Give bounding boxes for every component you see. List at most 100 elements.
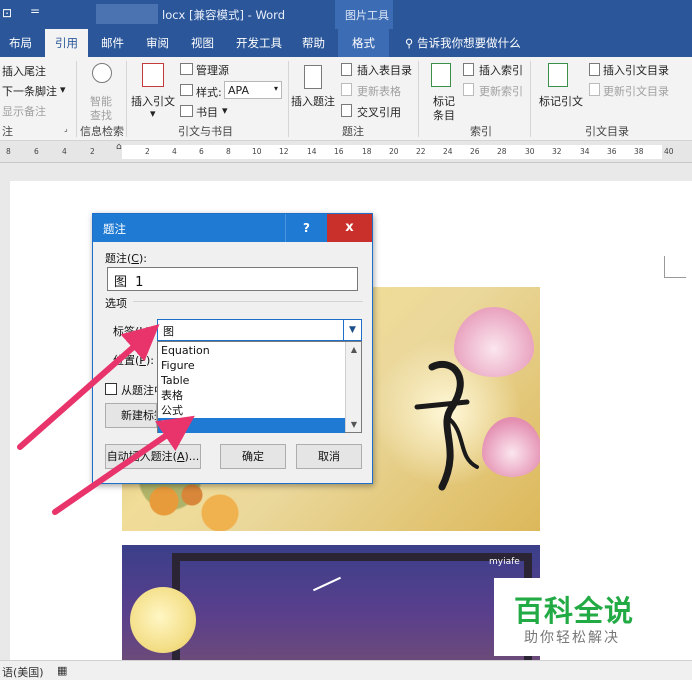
ok-button[interactable]: 确定	[220, 444, 286, 469]
tell-me-search[interactable]: ⚲ 告诉我你想要做什么	[405, 35, 521, 51]
update-table-button[interactable]: 更新表格	[357, 83, 401, 99]
bibliography-icon[interactable]	[180, 105, 193, 117]
tab-review[interactable]: 审阅	[146, 35, 169, 51]
tab-format[interactable]: 格式	[338, 29, 389, 57]
label-label-end: ):	[145, 325, 154, 338]
blurred-filename	[96, 4, 158, 24]
ribbon-tabs: 布局 引用 邮件 审阅 视图 开发工具 帮助 格式	[0, 29, 692, 57]
bibliography-dropdown-icon[interactable]: ▾	[222, 104, 228, 117]
show-notes-button[interactable]: 显示备注	[2, 103, 46, 119]
insert-citation-dropdown-icon[interactable]: ▾	[150, 107, 156, 120]
insert-index-icon[interactable]	[463, 63, 474, 76]
cross-reference-button[interactable]: 交叉引用	[357, 104, 401, 120]
index-group-label: 索引	[470, 125, 492, 138]
update-index-button[interactable]: 更新索引	[479, 83, 523, 99]
update-toa-button[interactable]: 更新引文目录	[603, 83, 669, 99]
mark-entry-line2[interactable]: 条目	[433, 107, 455, 123]
insert-caption-icon[interactable]	[304, 65, 322, 89]
next-footnote-dropdown-icon[interactable]: ▾	[60, 83, 66, 96]
insert-table-of-figures-button[interactable]: 插入表目录	[357, 62, 412, 78]
caption-input[interactable]: 图 1	[107, 267, 358, 291]
update-index-icon	[463, 83, 474, 96]
list-item[interactable]: 表格	[158, 388, 345, 403]
style-value: APA	[228, 84, 249, 97]
ruler-tick: 16	[334, 147, 344, 156]
full-moon	[130, 587, 196, 653]
cancel-button[interactable]: 取消	[296, 444, 362, 469]
dialog-launcher-icon[interactable]: ⌟	[64, 124, 68, 133]
citations-group-label: 引文与书目	[178, 125, 233, 138]
caption-label: 题注(C):	[105, 250, 147, 266]
list-item[interactable]: Figure	[158, 358, 345, 373]
quick-access-dropdown[interactable]: =	[30, 4, 40, 18]
page-corner-mark	[664, 256, 686, 278]
cross-reference-icon[interactable]	[341, 104, 352, 117]
chevron-down-icon: ▾	[273, 84, 278, 93]
list-scrollbar[interactable]: ▲ ▼	[345, 342, 361, 432]
insert-toa-icon[interactable]	[589, 63, 600, 76]
ruler-tick: 18	[362, 147, 372, 156]
label-dropdown-list[interactable]: Equation Figure Table 表格 公式 图 ▲ ▼	[157, 341, 362, 433]
tab-layout[interactable]: 布局	[9, 35, 32, 51]
insert-citation-icon[interactable]	[142, 63, 164, 87]
scroll-up-icon[interactable]: ▲	[346, 342, 362, 357]
list-item-selected[interactable]: 图	[158, 418, 345, 433]
options-divider	[133, 301, 363, 302]
macro-record-icon[interactable]: ▦	[57, 664, 67, 677]
ruler-tick: 10	[252, 147, 262, 156]
exclude-label-checkbox[interactable]	[105, 383, 117, 395]
moon-night-image[interactable]: myiafe	[122, 545, 540, 660]
bibliography-button[interactable]: 书目	[196, 104, 218, 120]
list-item[interactable]: Equation	[158, 343, 345, 358]
caption-label-text: 题注(	[105, 252, 132, 265]
insert-index-button[interactable]: 插入索引	[479, 62, 523, 78]
calligraphy-brush	[414, 360, 479, 491]
document-title: locx [兼容模式] - Word	[162, 8, 286, 22]
chrysanthemum-flowers	[122, 477, 262, 531]
update-table-icon	[341, 83, 352, 96]
picture-tools-label: 图片工具	[345, 9, 389, 22]
label-select[interactable]: 图 ▼	[157, 319, 362, 341]
status-bar: 语(美国) ▦	[0, 660, 692, 680]
style-select[interactable]: APA ▾	[224, 81, 282, 99]
options-heading: 选项	[105, 297, 127, 310]
manage-sources-icon[interactable]	[180, 63, 193, 75]
close-button[interactable]: x	[327, 214, 372, 242]
mark-citation-button[interactable]: 标记引文	[539, 93, 583, 109]
horizontal-ruler[interactable]: 8 6 4 2 ⌂ 2 4 6 8 10 12 14 16 18 20 22 2…	[0, 141, 692, 163]
mark-entry-icon[interactable]	[431, 63, 451, 87]
scroll-down-icon[interactable]: ▼	[346, 417, 362, 432]
window-frame	[172, 553, 532, 660]
list-item[interactable]: 公式	[158, 403, 345, 418]
tab-help[interactable]: 帮助	[302, 35, 325, 51]
research-group-label: 信息检索	[80, 125, 124, 138]
language-status[interactable]: 语(美国)	[2, 664, 44, 680]
smart-lookup-line2[interactable]: 查找	[90, 107, 112, 123]
insert-caption-button[interactable]: 插入题注	[291, 93, 335, 109]
caption-label-key: C	[131, 252, 139, 265]
next-footnote-button[interactable]: 下一条脚注	[2, 83, 57, 99]
autocaption-button[interactable]: 自动插入题注(A)...	[105, 444, 201, 469]
style-icon	[180, 84, 193, 96]
table-of-figures-icon[interactable]	[341, 63, 352, 76]
tab-view[interactable]: 视图	[191, 35, 214, 51]
ribbon-separator	[530, 61, 531, 137]
image-brand-logo: myiafe	[489, 557, 520, 567]
tab-references[interactable]: 引用	[45, 29, 88, 57]
insert-toa-button[interactable]: 插入引文目录	[603, 62, 669, 78]
new-label-button[interactable]: 新建标签	[105, 403, 157, 428]
insert-endnote-button[interactable]: 插入尾注	[2, 63, 46, 79]
tab-developer[interactable]: 开发工具	[236, 35, 282, 51]
autocaption-end: )...	[184, 450, 200, 463]
tab-mailings[interactable]: 邮件	[101, 35, 124, 51]
mark-citation-icon[interactable]	[548, 63, 568, 87]
manage-sources-button[interactable]: 管理源	[196, 62, 229, 78]
help-button[interactable]: ?	[285, 214, 327, 242]
smart-lookup-icon[interactable]	[92, 63, 112, 83]
indent-marker-icon[interactable]: ⌂	[116, 142, 122, 152]
list-item[interactable]: Table	[158, 373, 345, 388]
ribbon-separator	[126, 61, 127, 137]
chevron-down-icon[interactable]: ▼	[343, 320, 361, 340]
save-icon[interactable]: ⊡	[2, 6, 12, 20]
update-toa-icon	[589, 83, 600, 96]
